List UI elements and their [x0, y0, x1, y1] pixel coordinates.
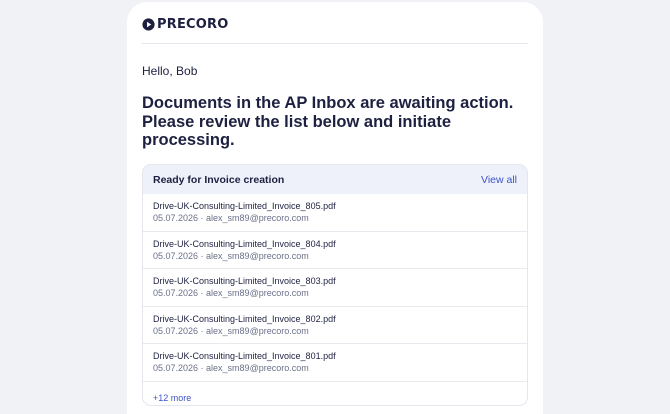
document-row[interactable]: Drive-UK-Consulting-Limited_Invoice_804.… [143, 232, 527, 269]
document-meta: 05.07.2026 · alex_sm89@precoro.com [153, 288, 309, 298]
document-meta: 05.07.2026 · alex_sm89@precoro.com [153, 250, 309, 261]
documents-panel: Ready for Invoice creation View all Driv… [142, 164, 528, 406]
document-name: Drive-UK-Consulting-Limited_Invoice_801.… [153, 351, 336, 361]
document-row[interactable]: Drive-UK-Consulting-Limited_Invoice_803.… [143, 269, 527, 307]
document-meta: 05.07.2026 · alex_sm89@precoro.com [153, 325, 309, 336]
panel-header: Ready for Invoice creation View all [143, 165, 527, 194]
document-name: Drive-UK-Consulting-Limited_Invoice_805.… [153, 201, 336, 211]
document-name: Drive-UK-Consulting-Limited_Invoice_802.… [153, 313, 336, 324]
more-documents-link[interactable]: +12 more [153, 393, 191, 403]
document-row[interactable]: Drive-UK-Consulting-Limited_Invoice_802.… [143, 307, 527, 344]
greeting: Hello, Bob [142, 64, 198, 78]
document-name: Drive-UK-Consulting-Limited_Invoice_803.… [153, 276, 336, 286]
email-card: PRECORO Hello, Bob Documents in the AP I… [127, 2, 543, 414]
more-row: +12 more [143, 382, 527, 406]
play-circle-icon [142, 18, 155, 31]
document-row[interactable]: Drive-UK-Consulting-Limited_Invoice_805.… [143, 194, 527, 232]
document-name: Drive-UK-Consulting-Limited_Invoice_804.… [153, 238, 336, 249]
view-all-link[interactable]: View all [481, 174, 517, 186]
header-divider [142, 43, 528, 44]
panel-title: Ready for Invoice creation [153, 173, 285, 186]
document-meta: 05.07.2026 · alex_sm89@precoro.com [153, 363, 309, 373]
document-meta: 05.07.2026 · alex_sm89@precoro.com [153, 213, 309, 223]
document-row[interactable]: Drive-UK-Consulting-Limited_Invoice_801.… [143, 344, 527, 382]
brand-name: PRECORO [157, 17, 229, 32]
precoro-logo: PRECORO [142, 17, 228, 32]
email-headline: Documents in the AP Inbox are awaiting a… [142, 94, 514, 149]
